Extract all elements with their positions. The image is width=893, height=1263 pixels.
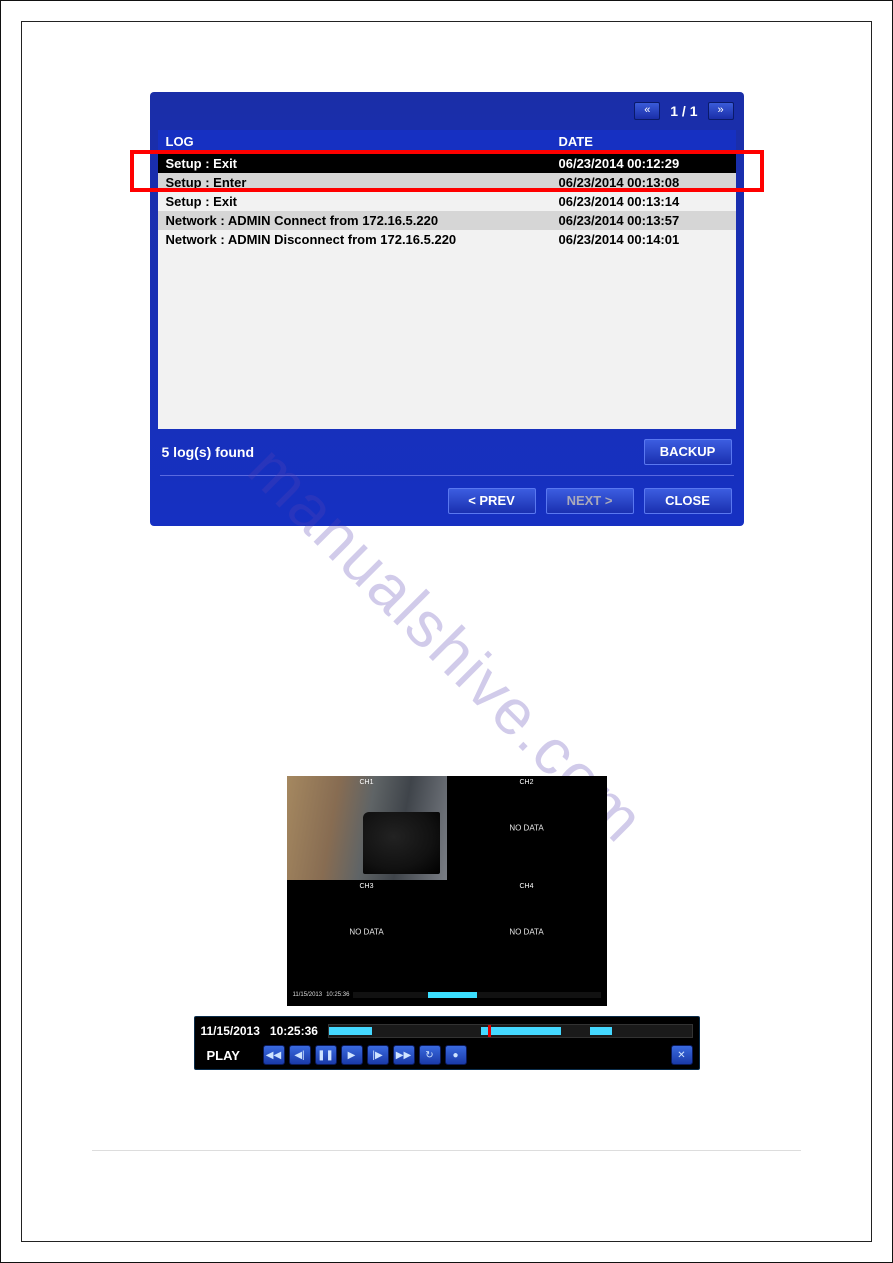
fast-fwd-icon: ▶▶ — [396, 1050, 411, 1061]
col-date: DATE — [551, 130, 736, 154]
close-button[interactable]: CLOSE — [644, 488, 732, 514]
ch-label: CH4 — [519, 883, 533, 890]
nodata-label: NO DATA — [349, 928, 383, 937]
log-table: LOG DATE Setup : Exit 06/23/2014 00:12:2… — [158, 130, 736, 429]
ch-label: CH1 — [359, 779, 373, 786]
step-back-button[interactable]: ◀| — [289, 1045, 311, 1065]
record-button[interactable]: ● — [445, 1045, 467, 1065]
mini-date: 11/15/2013 — [293, 992, 323, 998]
playbar-close-button[interactable]: ✕ — [671, 1045, 693, 1065]
camera-feed-icon — [287, 776, 447, 880]
cell-log: Setup : Enter — [158, 173, 551, 192]
close-icon: ✕ — [677, 1050, 685, 1061]
step-fwd-icon: |▶ — [372, 1050, 382, 1061]
play-button[interactable]: ▶ — [341, 1045, 363, 1065]
cell-log: Setup : Exit — [158, 192, 551, 211]
repeat-icon: ↻ — [425, 1050, 433, 1061]
table-row[interactable]: Setup : Exit 06/23/2014 00:13:14 — [158, 192, 736, 211]
cell-date: 06/23/2014 00:13:14 — [551, 192, 736, 211]
ch-label: CH2 — [519, 779, 533, 786]
repeat-button[interactable]: ↻ — [419, 1045, 441, 1065]
pause-button[interactable]: ❚❚ — [315, 1045, 337, 1065]
cell-log: Network : ADMIN Connect from 172.16.5.22… — [158, 211, 551, 230]
ch-label: CH3 — [359, 883, 373, 890]
mini-time: 10:25:36 — [326, 992, 349, 998]
page-divider — [92, 1150, 801, 1151]
cell-date: 06/23/2014 00:14:01 — [551, 230, 736, 249]
fast-fwd-button[interactable]: ▶▶ — [393, 1045, 415, 1065]
page-indicator: 1 / 1 — [666, 103, 701, 119]
nodata-label: NO DATA — [509, 824, 543, 833]
playback-date: 11/15/2013 — [201, 1024, 260, 1038]
cell-date: 06/23/2014 00:13:08 — [551, 173, 736, 192]
cell-date: 06/23/2014 00:12:29 — [551, 154, 736, 174]
page-prev-button[interactable]: « — [634, 102, 660, 120]
cctv-ch1[interactable]: CH1 — [287, 776, 447, 880]
cctv-ch3[interactable]: CH3 NO DATA — [287, 880, 447, 984]
playback-state: PLAY — [201, 1048, 259, 1063]
backup-button[interactable]: BACKUP — [644, 439, 732, 465]
record-icon: ● — [452, 1050, 458, 1061]
cctv-ch4[interactable]: CH4 NO DATA — [447, 880, 607, 984]
log-topbar: « 1 / 1 » — [150, 92, 744, 130]
table-row[interactable]: Network : ADMIN Connect from 172.16.5.22… — [158, 211, 736, 230]
rewind-button[interactable]: ◀◀ — [263, 1045, 285, 1065]
prev-button[interactable]: < PREV — [448, 488, 536, 514]
playback-time: 10:25:36 — [270, 1024, 318, 1038]
log-count-label: 5 log(s) found — [162, 444, 255, 460]
timeline-track[interactable] — [328, 1024, 693, 1038]
cctv-ch2[interactable]: CH2 NO DATA — [447, 776, 607, 880]
step-back-icon: ◀| — [294, 1050, 304, 1061]
playback-bar: 11/15/2013 10:25:36 PLAY ◀◀ ◀| ❚❚ ▶ |▶ ▶… — [194, 1016, 700, 1070]
cctv-grid: CH1 CH2 NO DATA CH3 NO DATA CH4 NO DATA … — [287, 776, 607, 1006]
mini-bar — [353, 992, 600, 998]
table-row[interactable]: Setup : Enter 06/23/2014 00:13:08 — [158, 173, 736, 192]
col-log: LOG — [158, 130, 551, 154]
cell-date: 06/23/2014 00:13:57 — [551, 211, 736, 230]
play-icon: ▶ — [348, 1050, 356, 1061]
next-button[interactable]: NEXT > — [546, 488, 634, 514]
cctv-mini-timeline: 11/15/2013 10:25:36 — [287, 984, 607, 1006]
step-fwd-button[interactable]: |▶ — [367, 1045, 389, 1065]
table-row[interactable]: Setup : Exit 06/23/2014 00:12:29 — [158, 154, 736, 174]
table-row[interactable]: Network : ADMIN Disconnect from 172.16.5… — [158, 230, 736, 249]
nodata-label: NO DATA — [509, 928, 543, 937]
page-next-button[interactable]: » — [708, 102, 734, 120]
cell-log: Network : ADMIN Disconnect from 172.16.5… — [158, 230, 551, 249]
rewind-icon: ◀◀ — [266, 1050, 281, 1061]
cell-log: Setup : Exit — [158, 154, 551, 174]
playhead-marker[interactable] — [488, 1024, 491, 1038]
log-empty-area — [158, 249, 736, 429]
log-window: « 1 / 1 » LOG DATE Setup : Exit — [150, 92, 744, 526]
pause-icon: ❚❚ — [317, 1050, 334, 1061]
